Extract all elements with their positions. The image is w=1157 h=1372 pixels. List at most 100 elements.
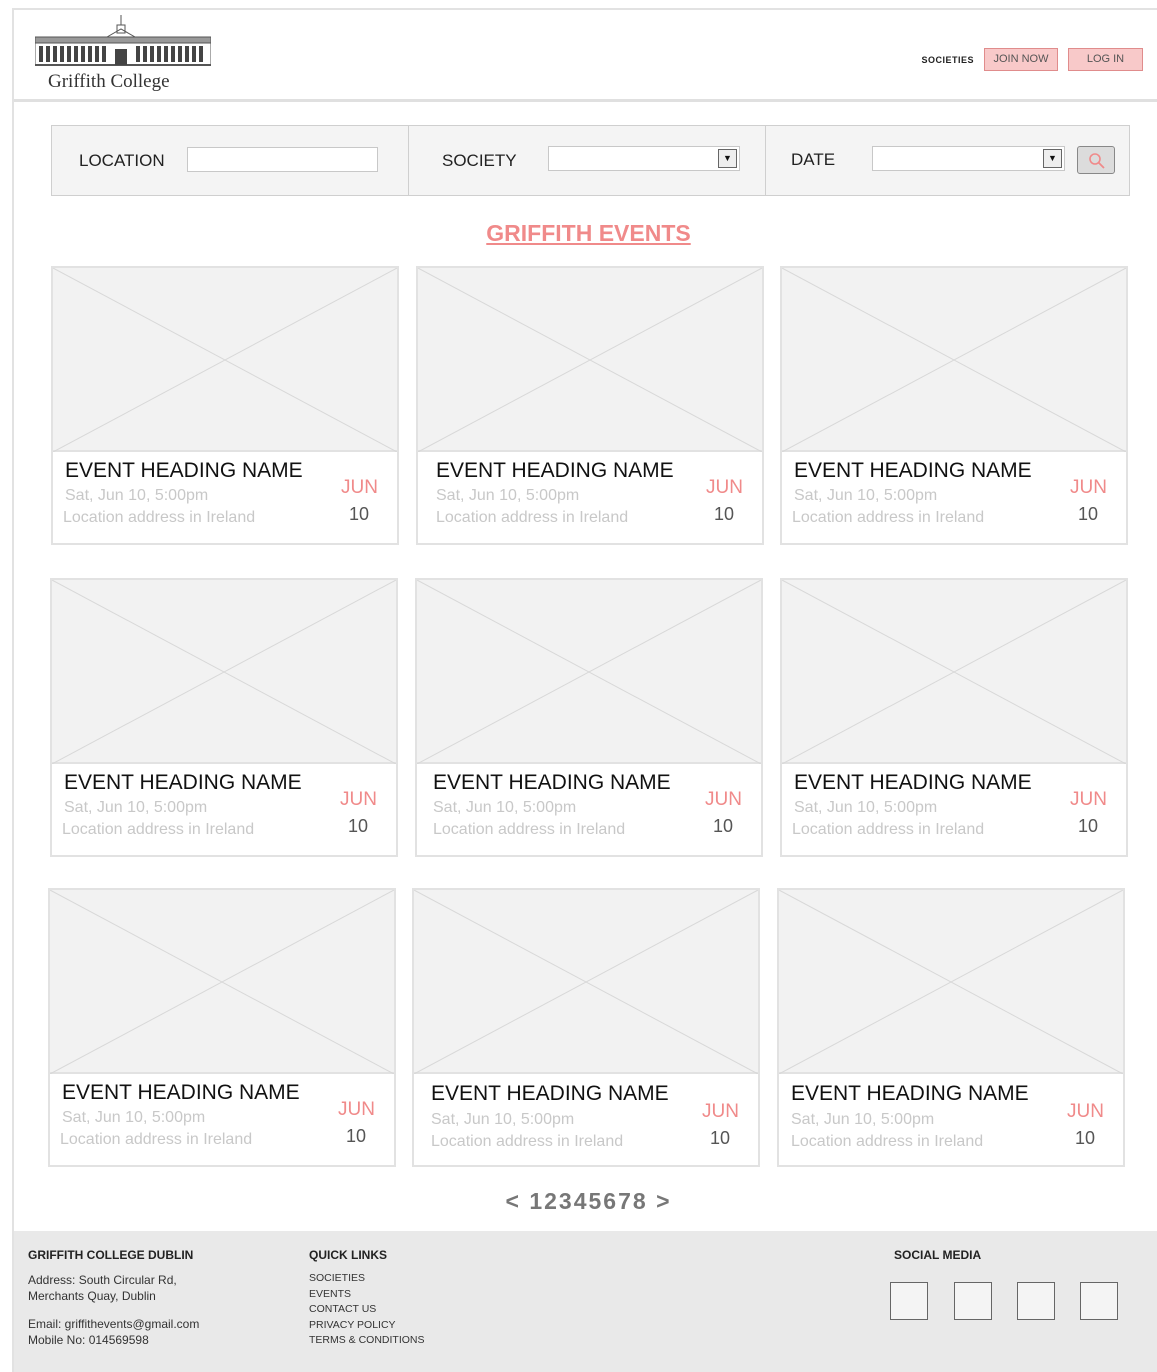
pagination-page[interactable]: 8 <box>633 1188 648 1214</box>
footer-link-societies[interactable]: SOCIETIES <box>309 1271 425 1287</box>
event-search-bar: LOCATION SOCIETY ▼ DATE ▼ <box>51 125 1130 196</box>
event-card[interactable]: EVENT HEADING NAME Sat, Jun 10, 5:00pm L… <box>780 578 1128 857</box>
event-location: Location address in Ireland <box>436 509 629 526</box>
dropdown-arrow-icon[interactable]: ▼ <box>718 149 737 168</box>
pagination-page[interactable]: 3 <box>559 1188 574 1214</box>
event-datetime: Sat, Jun 10, 5:00pm <box>65 487 209 504</box>
footer-college-heading: GRIFFITH COLLEGE DUBLIN <box>28 1248 194 1262</box>
event-image-placeholder <box>53 268 397 452</box>
date-label: DATE <box>791 150 836 169</box>
event-image-placeholder <box>417 580 761 764</box>
event-card[interactable]: EVENT HEADING NAME Sat, Jun 10, 5:00pm L… <box>50 578 398 857</box>
footer-email[interactable]: Email: griffithevents@gmail.com <box>28 1316 199 1332</box>
pagination-page[interactable]: 7 <box>618 1188 633 1214</box>
event-card[interactable]: EVENT HEADING NAME Sat, Jun 10, 5:00pm L… <box>777 888 1125 1167</box>
pagination-page[interactable]: 4 <box>574 1188 589 1214</box>
join-now-button[interactable]: JOIN NOW <box>984 48 1058 71</box>
event-card[interactable]: EVENT HEADING NAME Sat, Jun 10, 5:00pm L… <box>48 888 396 1167</box>
pagination-page[interactable]: 6 <box>603 1188 618 1214</box>
event-datetime: Sat, Jun 10, 5:00pm <box>431 1111 575 1128</box>
footer-link-list: SOCIETIES EVENTS CONTACT US PRIVACY POLI… <box>309 1271 425 1349</box>
event-month-badge: JUN <box>705 789 742 810</box>
event-datetime: Sat, Jun 10, 5:00pm <box>794 799 938 816</box>
event-heading[interactable]: EVENT HEADING NAME <box>791 1082 1029 1106</box>
society-filter: SOCIETY ▼ <box>408 126 765 195</box>
event-heading[interactable]: EVENT HEADING NAME <box>64 771 302 795</box>
footer-link-contact-us[interactable]: CONTACT US <box>309 1302 425 1318</box>
society-select[interactable]: ▼ <box>548 146 740 171</box>
logo-text: Griffith College <box>48 71 170 92</box>
event-month-badge: JUN <box>340 789 377 810</box>
location-label: LOCATION <box>79 151 165 170</box>
griffith-college-logo[interactable]: Griffith College <box>32 15 212 93</box>
pagination-page[interactable]: 5 <box>589 1188 604 1214</box>
event-day-badge: 10 <box>1074 1128 1095 1148</box>
event-datetime: Sat, Jun 10, 5:00pm <box>62 1109 206 1126</box>
event-location: Location address in Ireland <box>60 1131 253 1148</box>
pagination: < 12345678 > <box>0 1188 1157 1215</box>
event-location: Location address in Ireland <box>791 1133 984 1150</box>
nav-societies-link[interactable]: SOCIETIES <box>921 55 974 65</box>
event-card[interactable]: EVENT HEADING NAME Sat, Jun 10, 5:00pm L… <box>416 266 764 545</box>
location-input[interactable] <box>187 147 378 172</box>
event-image-placeholder <box>414 890 758 1074</box>
event-day-badge: 10 <box>1077 504 1098 524</box>
location-filter: LOCATION <box>52 126 408 195</box>
pagination-prev[interactable]: < <box>505 1188 520 1214</box>
event-month-badge: JUN <box>1070 477 1107 498</box>
event-image-placeholder <box>782 268 1126 452</box>
event-image-placeholder <box>52 580 396 764</box>
event-heading[interactable]: EVENT HEADING NAME <box>65 459 303 483</box>
event-heading[interactable]: EVENT HEADING NAME <box>431 1082 669 1106</box>
event-heading[interactable]: EVENT HEADING NAME <box>794 771 1032 795</box>
event-location: Location address in Ireland <box>431 1133 624 1150</box>
footer-link-events[interactable]: EVENTS <box>309 1287 425 1303</box>
dropdown-arrow-icon[interactable]: ▼ <box>1043 149 1062 168</box>
event-heading[interactable]: EVENT HEADING NAME <box>794 459 1032 483</box>
event-datetime: Sat, Jun 10, 5:00pm <box>433 799 577 816</box>
event-day-badge: 10 <box>709 1128 730 1148</box>
event-image-placeholder <box>50 890 394 1074</box>
date-filter: DATE ▼ <box>765 126 1129 195</box>
page-title[interactable]: GRIFFITH EVENTS <box>0 220 1157 247</box>
college-building-icon <box>35 15 211 66</box>
event-location: Location address in Ireland <box>792 509 985 526</box>
event-month-badge: JUN <box>706 477 743 498</box>
event-day-badge: 10 <box>712 816 733 836</box>
date-select[interactable]: ▼ <box>872 146 1065 171</box>
social-icon-2[interactable] <box>954 1282 992 1320</box>
pagination-page[interactable]: 2 <box>544 1188 559 1214</box>
pagination-page[interactable]: 1 <box>529 1188 544 1214</box>
event-card[interactable]: EVENT HEADING NAME Sat, Jun 10, 5:00pm L… <box>780 266 1128 545</box>
social-icon-4[interactable] <box>1080 1282 1118 1320</box>
event-month-badge: JUN <box>1067 1101 1104 1122</box>
top-nav: SOCIETIES JOIN NOW LOG IN <box>921 48 1143 71</box>
footer-link-privacy-policy[interactable]: PRIVACY POLICY <box>309 1318 425 1334</box>
footer-link-terms[interactable]: TERMS & CONDITIONS <box>309 1333 425 1349</box>
event-heading[interactable]: EVENT HEADING NAME <box>62 1081 300 1105</box>
search-button[interactable] <box>1077 146 1115 174</box>
event-heading[interactable]: EVENT HEADING NAME <box>433 771 671 795</box>
event-location: Location address in Ireland <box>792 821 985 838</box>
footer-address-line2: Merchants Quay, Dublin <box>28 1289 156 1303</box>
event-month-badge: JUN <box>702 1101 739 1122</box>
event-location: Location address in Ireland <box>62 821 255 838</box>
event-image-placeholder <box>782 580 1126 764</box>
event-datetime: Sat, Jun 10, 5:00pm <box>64 799 208 816</box>
log-in-button[interactable]: LOG IN <box>1068 48 1143 71</box>
site-footer: GRIFFITH COLLEGE DUBLIN Address: South C… <box>14 1231 1157 1372</box>
footer-address-line1: Address: South Circular Rd, <box>28 1273 177 1287</box>
event-location: Location address in Ireland <box>63 509 256 526</box>
event-month-badge: JUN <box>1070 789 1107 810</box>
footer-quick-links-heading: QUICK LINKS <box>309 1248 387 1262</box>
pagination-next[interactable]: > <box>656 1188 671 1214</box>
event-card[interactable]: EVENT HEADING NAME Sat, Jun 10, 5:00pm L… <box>51 266 399 545</box>
social-icon-3[interactable] <box>1017 1282 1055 1320</box>
event-heading[interactable]: EVENT HEADING NAME <box>436 459 674 483</box>
social-icon-1[interactable] <box>890 1282 928 1320</box>
event-card[interactable]: EVENT HEADING NAME Sat, Jun 10, 5:00pm L… <box>415 578 763 857</box>
event-image-placeholder <box>418 268 762 452</box>
event-datetime: Sat, Jun 10, 5:00pm <box>791 1111 935 1128</box>
footer-social-heading: SOCIAL MEDIA <box>894 1248 982 1262</box>
event-card[interactable]: EVENT HEADING NAME Sat, Jun 10, 5:00pm L… <box>412 888 760 1167</box>
